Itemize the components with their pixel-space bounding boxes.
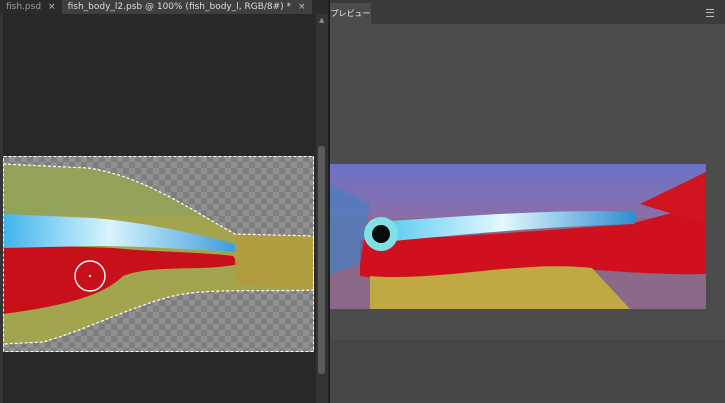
fish-pupil bbox=[372, 225, 390, 243]
tab-label: fish.psd bbox=[6, 2, 42, 12]
tab-fish-body-psb[interactable]: fish_body_l2.psb @ 100% (fish_body_l, RG… bbox=[61, 0, 312, 14]
scroll-up-arrow-icon[interactable]: ▲ bbox=[319, 16, 324, 24]
panel-empty-area bbox=[330, 340, 725, 403]
vertical-scrollbar[interactable]: ▲ bbox=[316, 14, 328, 403]
tab-preview-label: プレビュー bbox=[330, 9, 371, 18]
tab-preview[interactable]: プレビュー bbox=[330, 3, 371, 24]
close-icon[interactable]: × bbox=[298, 2, 306, 12]
document-tab-bar: fish.psd × fish_body_l2.psb @ 100% (fish… bbox=[0, 0, 318, 14]
close-icon[interactable]: × bbox=[48, 2, 56, 12]
brush-center-dot bbox=[88, 274, 92, 278]
panel-header: プレビュー bbox=[330, 0, 725, 24]
tab-fish-psd[interactable]: fish.psd × bbox=[0, 0, 62, 14]
preview-panel: プレビュー bbox=[330, 0, 725, 403]
preview-image bbox=[330, 164, 706, 309]
panel-menu-icon[interactable] bbox=[706, 9, 714, 17]
tab-label: fish_body_l2.psb @ 100% (fish_body_l, RG… bbox=[67, 2, 292, 12]
document-canvas[interactable] bbox=[3, 156, 314, 352]
scrollbar-thumb[interactable] bbox=[318, 146, 325, 374]
fish-tail-section bbox=[235, 234, 314, 290]
